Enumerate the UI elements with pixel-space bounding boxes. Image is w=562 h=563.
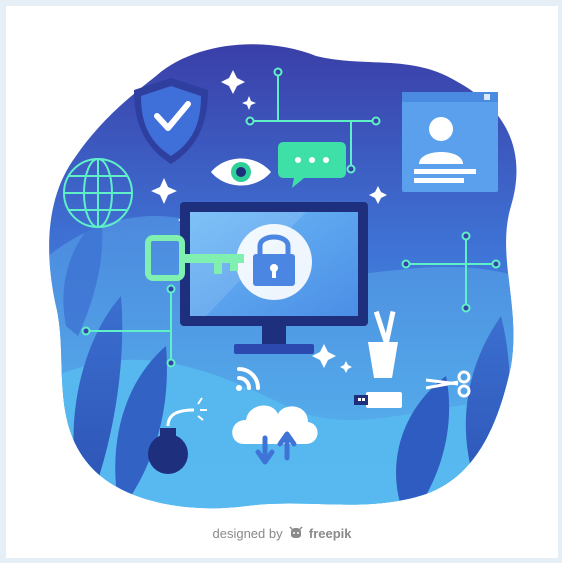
cyber-security-illustration xyxy=(49,44,517,509)
globe-icon xyxy=(63,158,133,228)
padlock-icon xyxy=(236,224,312,300)
credit-line: designed by freepik xyxy=(6,526,558,541)
freepik-logo-icon xyxy=(289,526,303,538)
credit-brand: freepik xyxy=(308,526,352,541)
credit-prefix: designed by xyxy=(212,526,283,541)
illustration-frame: designed by freepik xyxy=(6,6,558,558)
user-id-card-icon xyxy=(402,92,498,192)
